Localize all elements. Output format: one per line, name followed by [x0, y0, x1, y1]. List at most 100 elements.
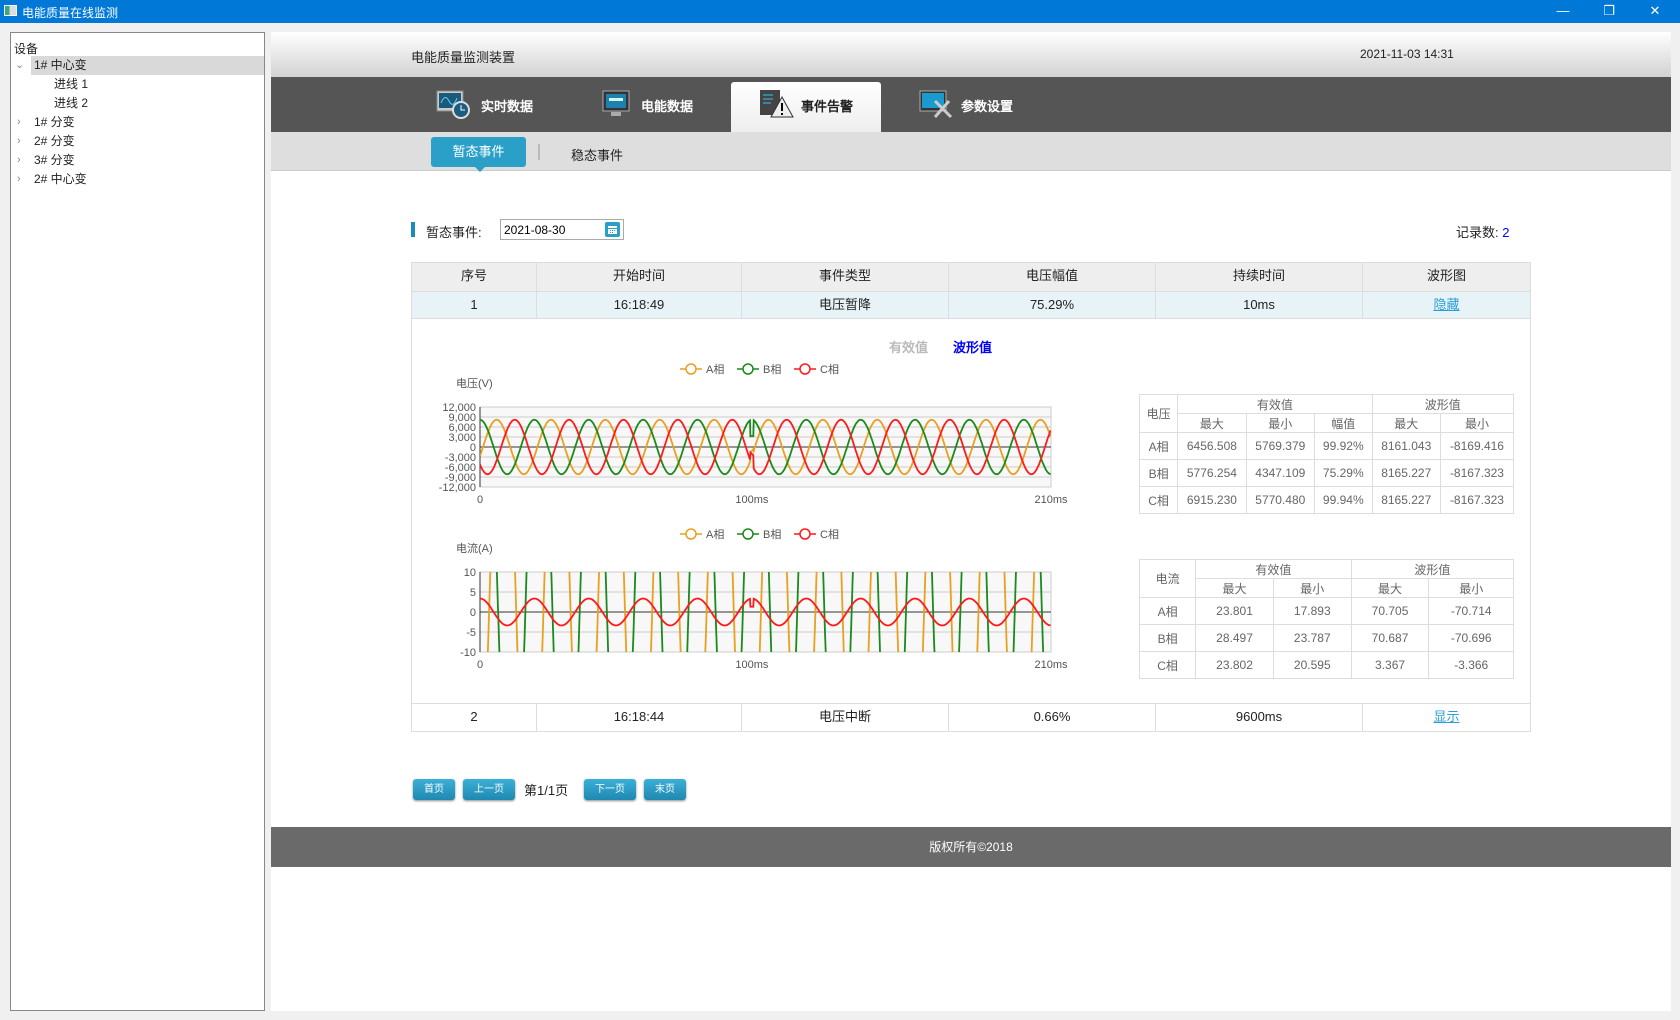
stats-value: 23.787	[1272, 624, 1352, 652]
column-header: 持续时间	[1156, 263, 1363, 291]
tree-item-1-branch[interactable]: › 1# 分变	[11, 113, 264, 132]
legend-item: B相	[737, 528, 781, 541]
stats-row: A相 6456.508 5769.379 99.92% 8161.043 -8169.41…	[1138, 432, 1515, 460]
y-tick-label: -5	[466, 627, 476, 639]
sub-nav: 暂态事件 稳态事件	[271, 132, 1671, 172]
stats-value: 6915.230	[1177, 486, 1247, 514]
column-header: 开始时间	[537, 263, 742, 291]
chevron-right-icon[interactable]: ›	[17, 132, 21, 151]
restore-button[interactable]: ❐	[1586, 0, 1632, 23]
legend-item: C相	[794, 363, 839, 376]
tree-item-3-branch[interactable]: › 3# 分变	[11, 151, 264, 170]
close-button[interactable]: ✕	[1632, 0, 1678, 23]
first-page-button[interactable]: 首页	[413, 779, 455, 800]
phase-label: A相	[1138, 432, 1179, 460]
chevron-right-icon[interactable]: ›	[17, 151, 21, 170]
table-row[interactable]: 2 16:18:44 电压中断 0.66% 9600ms 显示	[412, 704, 1530, 731]
stats-value: 3.367	[1350, 651, 1430, 679]
toggle-waveform[interactable]: 波形值	[953, 337, 992, 356]
voltage-waveform-chart: 电压(V)A相 B相 C相12,0009,0006,0003,0000-3,000-…	[439, 363, 1068, 506]
column-header: 序号	[412, 263, 537, 291]
stats-value: -70.714	[1428, 597, 1514, 625]
divider	[538, 144, 540, 160]
tab-transient-events[interactable]: 暂态事件	[431, 137, 526, 172]
group-header: 有效值	[1195, 559, 1352, 579]
legend-item: B相	[737, 363, 781, 376]
current-waveform-chart: 电流(A)A相 B相 C相1050-5-100 100ms 210ms	[456, 528, 1068, 671]
tab-settings[interactable]: 参数设置	[919, 77, 1049, 132]
legend-item: A相	[680, 528, 724, 541]
stats-value: 23.801	[1195, 597, 1274, 625]
window-titlebar: 电能质量在线监测 — ❐ ✕	[0, 0, 1680, 23]
x-tick-label: 100ms	[735, 494, 769, 506]
stats-row: C相 23.802 20.595 3.367 -3.366	[1138, 651, 1514, 679]
prev-page-button[interactable]: 上一页	[463, 779, 515, 800]
tree-root-label: 设备	[14, 42, 39, 56]
current-datetime: 2021-11-03 14:31	[1360, 47, 1454, 61]
show-waveform-link[interactable]: 显示	[1433, 709, 1459, 724]
tab-realtime-data[interactable]: 实时数据	[436, 77, 566, 132]
stats-value: -8169.416	[1439, 432, 1515, 460]
x-tick-label: 210ms	[1034, 494, 1068, 506]
stats-value: 70.705	[1350, 597, 1430, 625]
hide-waveform-link[interactable]: 隐藏	[1433, 297, 1459, 312]
x-tick-label: 0	[477, 659, 483, 671]
toggle-rms[interactable]: 有效值	[889, 337, 928, 356]
chevron-right-icon[interactable]: ›	[17, 170, 21, 189]
stats-value: 20.595	[1272, 651, 1352, 679]
sub-header: 最小	[1439, 413, 1515, 433]
next-page-button[interactable]: 下一页	[584, 779, 636, 800]
main-nav: 实时数据 电能数据 事件告警 参数设置	[271, 77, 1671, 132]
stats-value: -8167.323	[1439, 486, 1515, 514]
legend-item: A相	[680, 363, 724, 376]
minimize-button[interactable]: —	[1540, 0, 1586, 23]
tree-item-1-center[interactable]: ⌄ 1# 中心变	[15, 56, 264, 75]
tab-label: 参数设置	[961, 99, 1014, 114]
window-title: 电能质量在线监测	[22, 6, 119, 20]
tab-event-alarm[interactable]: 事件告警	[731, 82, 881, 132]
stats-value: 5769.379	[1245, 432, 1316, 460]
legend-label: B相	[763, 528, 781, 541]
stats-value: 8165.227	[1371, 486, 1441, 514]
stats-row: B相 5776.254 4347.109 75.29% 8165.227 -8167.32…	[1138, 459, 1515, 487]
column-header: 波形图	[1426, 268, 1466, 283]
tab-steady-events[interactable]: 稳态事件	[571, 145, 623, 164]
tree-item-label: 进线 1	[54, 77, 89, 91]
x-tick-label: 100ms	[735, 659, 769, 671]
settings-tools-icon	[919, 90, 953, 119]
waveform-detail: 有效值 波形值 电压(V) A相 B相 C相 12,000 9,000 6,000 3,000…	[412, 319, 1530, 704]
table-corner: 电压	[1138, 394, 1179, 433]
chevron-right-icon[interactable]: ›	[17, 113, 21, 132]
sub-header: 最大	[1177, 413, 1247, 433]
legend-marker	[742, 528, 754, 540]
sub-header: 最小	[1428, 578, 1514, 598]
tab-label: 实时数据	[481, 99, 534, 114]
sub-header: 最大	[1195, 578, 1274, 598]
stats-value: 17.893	[1272, 597, 1352, 625]
stats-value: 75.29%	[1314, 459, 1373, 487]
stats-value: -8167.323	[1439, 459, 1515, 487]
calendar-icon[interactable]	[605, 222, 620, 237]
sub-header: 幅值	[1314, 413, 1373, 433]
app-icon	[4, 5, 17, 16]
y-tick-label: 5	[470, 587, 476, 599]
chevron-down-icon[interactable]: ⌄	[15, 56, 24, 75]
tab-label: 电能数据	[641, 99, 694, 114]
phase-label: B相	[1138, 624, 1197, 652]
tab-energy-data[interactable]: 电能数据	[601, 77, 731, 132]
energy-data-icon	[602, 90, 630, 116]
tree-item-incoming-2[interactable]: 进线 2	[11, 94, 264, 113]
table-row[interactable]: 1 16:18:49 电压暂降 75.29% 10ms 隐藏	[412, 292, 1530, 319]
section-marker	[411, 222, 415, 237]
legend-marker	[685, 363, 697, 375]
tree-item-2-center[interactable]: › 2# 中心变	[11, 170, 264, 189]
filter-label: 暂态事件:	[426, 225, 482, 240]
y-axis-label: 电流(A)	[456, 541, 493, 555]
column-header: 事件类型	[742, 263, 949, 291]
cell-voltage-amplitude: 75.29%	[949, 292, 1156, 318]
tree-item-incoming-1[interactable]: 进线 1	[11, 75, 264, 94]
tab-label: 事件告警	[801, 99, 854, 114]
realtime-monitor-icon	[436, 90, 470, 119]
last-page-button[interactable]: 末页	[644, 779, 686, 800]
tree-item-2-branch[interactable]: › 2# 分变	[11, 132, 264, 151]
